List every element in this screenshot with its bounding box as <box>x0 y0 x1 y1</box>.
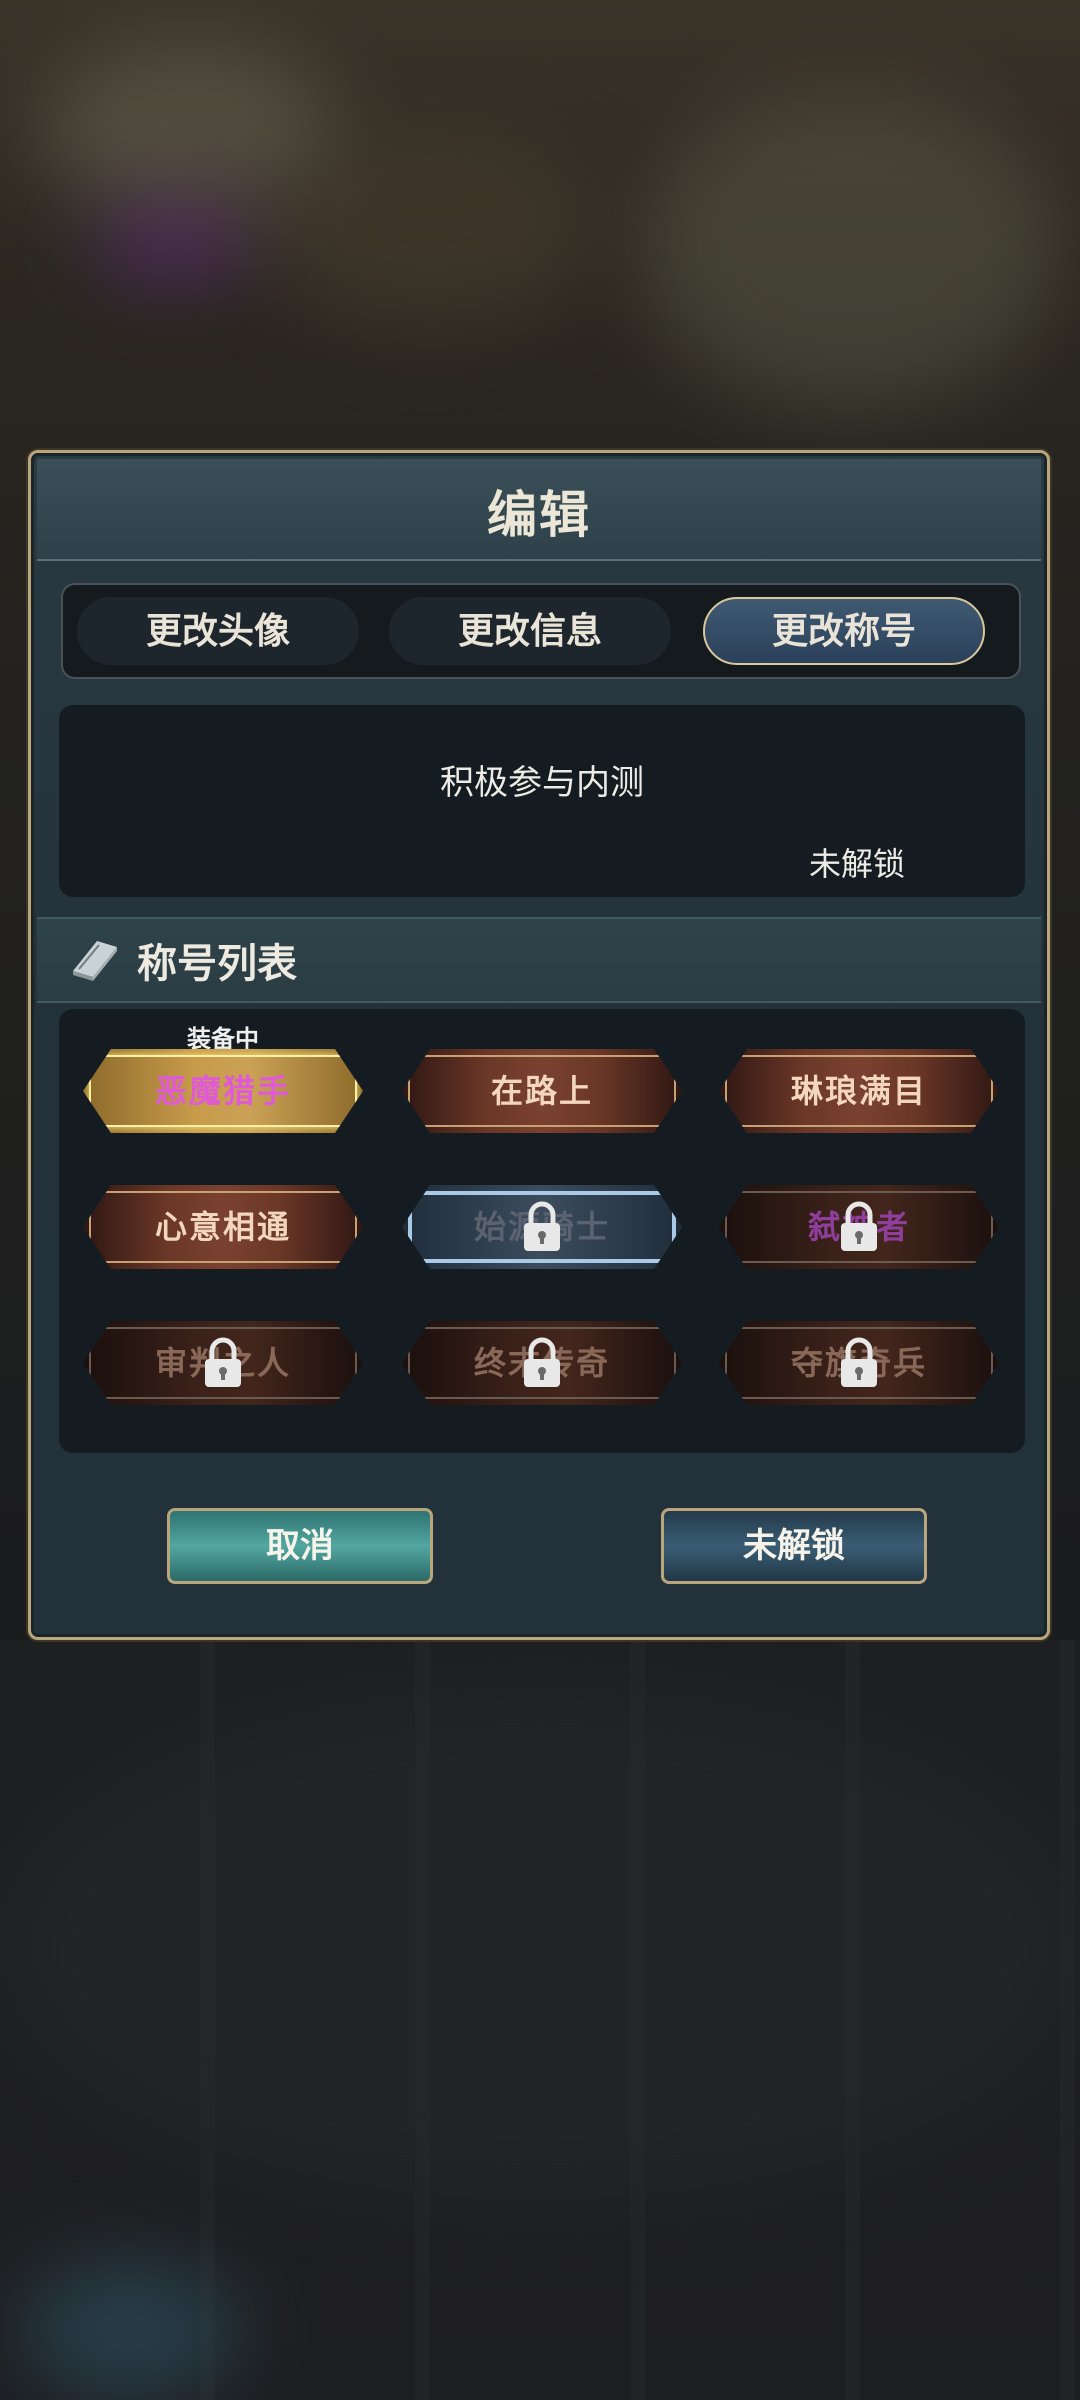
selected-title-panel: 积极参与内测 未解锁 <box>59 705 1025 897</box>
title-list-heading: 称号列表 <box>137 940 297 987</box>
title-badge-equipped[interactable]: 恶魔猎手 <box>83 1049 363 1133</box>
title-badge-selected-locked[interactable]: 始源骑士 <box>402 1185 682 1269</box>
selected-title-name: 积极参与内测 <box>440 763 644 803</box>
title-badge-locked[interactable]: 夺旗奇兵 <box>719 1321 999 1405</box>
title-badge-label: 恶魔猎手 <box>154 1072 291 1110</box>
title-grid: 装备中 恶魔猎手 在路上 琳琅满目 心意相通 始源骑士 <box>59 1009 1025 1453</box>
lock-icon <box>205 1337 241 1387</box>
dialog-title: 编辑 <box>487 485 591 544</box>
tab-change-title[interactable]: 更改称号 <box>703 597 985 665</box>
book-icon <box>73 941 117 981</box>
tab-change-avatar[interactable]: 更改头像 <box>77 597 359 665</box>
title-badge[interactable]: 心意相通 <box>83 1185 363 1269</box>
lock-icon <box>524 1201 560 1251</box>
title-badge-locked[interactable]: 弑神者 <box>719 1185 999 1269</box>
title-badge-locked[interactable]: 终末传奇 <box>402 1321 682 1405</box>
lock-icon <box>841 1201 877 1251</box>
lock-icon <box>524 1337 560 1387</box>
title-badge-label: 琳琅满目 <box>790 1072 927 1110</box>
title-badge-label: 在路上 <box>490 1072 593 1110</box>
unlock-status-button[interactable]: 未解锁 <box>661 1508 927 1584</box>
title-badge-locked[interactable]: 审判之人 <box>83 1321 363 1405</box>
cancel-button[interactable]: 取消 <box>167 1508 433 1584</box>
dialog-title-bar: 编辑 <box>37 459 1041 561</box>
edit-dialog: 编辑 更改头像 更改信息 更改称号 积极参与内测 未解锁 称号列表 装备中 恶魔… <box>28 450 1050 1640</box>
title-badge[interactable]: 琳琅满目 <box>719 1049 999 1133</box>
tab-bar: 更改头像 更改信息 更改称号 <box>61 583 1021 679</box>
title-badge-label: 心意相通 <box>154 1208 291 1246</box>
selected-title-status: 未解锁 <box>808 845 905 883</box>
tab-change-info[interactable]: 更改信息 <box>389 597 671 665</box>
title-list-header: 称号列表 <box>37 917 1041 1003</box>
title-badge[interactable]: 在路上 <box>402 1049 682 1133</box>
lock-icon <box>841 1337 877 1387</box>
